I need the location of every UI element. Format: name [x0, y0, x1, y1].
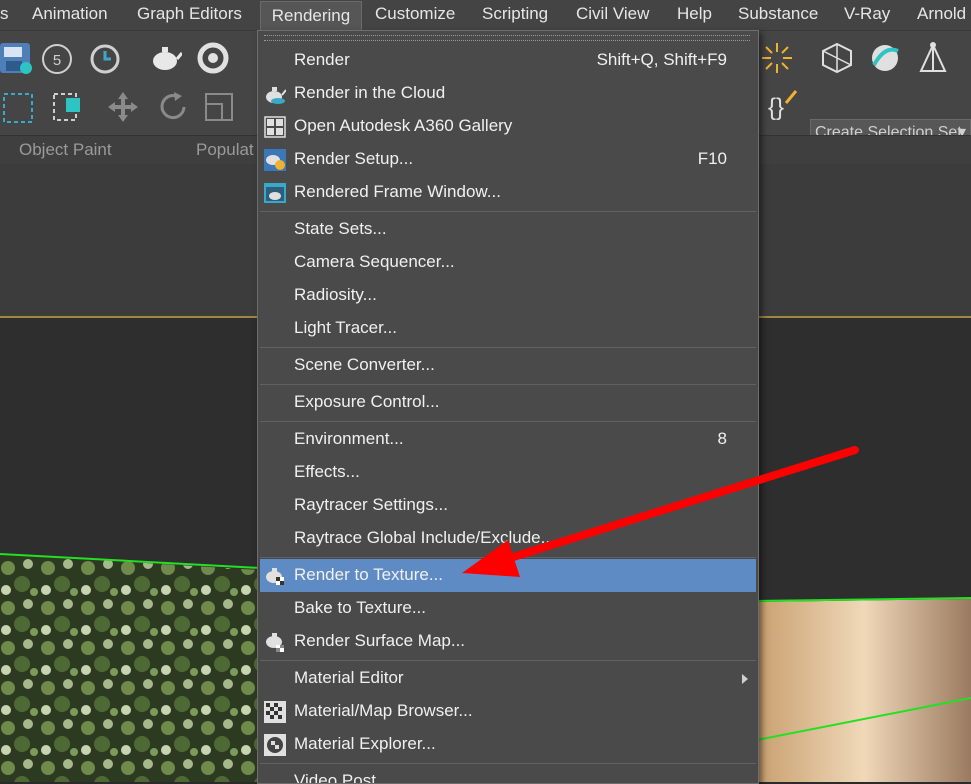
menu-customize[interactable]: Customize: [375, 0, 455, 30]
menu-item-label: Video Post...: [294, 771, 391, 784]
window-crossing-icon[interactable]: [52, 90, 86, 124]
menu-item-scene-converter[interactable]: Scene Converter...: [260, 349, 756, 382]
menu-item-render[interactable]: Render Shift+Q, Shift+F9: [260, 44, 756, 77]
menu-item-label: Material Editor: [294, 668, 404, 687]
ribbon-tab-populate[interactable]: Populat: [196, 140, 254, 160]
menu-scripting[interactable]: Scripting: [482, 0, 548, 30]
ribbon-tab-object-paint[interactable]: Object Paint: [19, 140, 112, 160]
rendering-menu: Render Shift+Q, Shift+F9 Render in the C…: [257, 30, 759, 784]
menu-item-label: Raytrace Global Include/Exclude...: [294, 528, 555, 547]
menu-item-label: Rendered Frame Window...: [294, 182, 501, 201]
menu-separator: [260, 211, 756, 212]
frame-window-icon: [264, 182, 286, 204]
menu-item-shortcut: 8: [717, 429, 727, 448]
menu-item-radiosity[interactable]: Radiosity...: [260, 279, 756, 312]
menu-item-render-setup[interactable]: Render Setup... F10: [260, 143, 756, 176]
menu-item-raytracer-settings[interactable]: Raytracer Settings...: [260, 489, 756, 522]
menu-item-shortcut: Shift+Q, Shift+F9: [596, 50, 727, 69]
menu-item-label: Material/Map Browser...: [294, 701, 473, 720]
undo-history-icon[interactable]: 5: [40, 42, 74, 76]
helper-tripod-icon[interactable]: [916, 41, 950, 75]
menu-item-label: Camera Sequencer...: [294, 252, 455, 271]
light-burst-icon[interactable]: [760, 41, 794, 75]
teapot-checker-icon: [264, 565, 286, 587]
menu-arnold[interactable]: Arnold: [917, 0, 966, 30]
menu-separator: [260, 347, 756, 348]
svg-text:{}: {}: [768, 94, 784, 121]
menu-item-label: Material Explorer...: [294, 734, 436, 753]
menu-help[interactable]: Help: [677, 0, 712, 30]
box-object-icon[interactable]: [820, 41, 854, 75]
svg-text:5: 5: [53, 52, 61, 69]
menu-separator: [260, 763, 756, 764]
rotate-icon[interactable]: [156, 90, 190, 124]
menu-item-light-tracer[interactable]: Light Tracer...: [260, 312, 756, 345]
teapot-surface-icon: [264, 631, 286, 653]
menu-item-label: Render: [294, 50, 350, 69]
redo-history-icon[interactable]: [88, 42, 122, 76]
menu-item-camera-sequencer[interactable]: Camera Sequencer...: [260, 246, 756, 279]
menu-separator: [260, 660, 756, 661]
menu-item-shortcut: F10: [697, 149, 727, 168]
menu-separator: [260, 557, 756, 558]
menu-animation[interactable]: Animation: [32, 0, 108, 30]
menu-item-label: Bake to Texture...: [294, 598, 426, 617]
menu-separator: [260, 421, 756, 422]
menu-file-partial[interactable]: s: [0, 0, 9, 30]
menu-item-render-surface-map[interactable]: Render Surface Map...: [260, 625, 756, 658]
menu-item-environment[interactable]: Environment... 8: [260, 423, 756, 456]
menu-item-label: Render to Texture...: [294, 565, 443, 584]
menu-item-rendered-frame-window[interactable]: Rendered Frame Window...: [260, 176, 756, 209]
menu-civil-view[interactable]: Civil View: [576, 0, 649, 30]
menu-item-exposure-control[interactable]: Exposure Control...: [260, 386, 756, 419]
menu-separator: [260, 384, 756, 385]
menu-item-label: Render Setup...: [294, 149, 414, 168]
menu-item-label: Radiosity...: [294, 285, 377, 304]
menu-vray[interactable]: V-Ray: [844, 0, 890, 30]
menu-item-raytrace-include-exclude[interactable]: Raytrace Global Include/Exclude...: [260, 522, 756, 555]
menu-tearoff-grip[interactable]: [264, 35, 750, 41]
gallery-grid-icon: [264, 116, 286, 138]
select-region-icon[interactable]: [0, 90, 34, 124]
render-teapot-icon[interactable]: [148, 41, 184, 75]
save-file-icon[interactable]: [0, 41, 34, 75]
menu-item-state-sets[interactable]: State Sets...: [260, 213, 756, 246]
menu-item-label: Light Tracer...: [294, 318, 397, 337]
material-sphere-icon[interactable]: [868, 41, 902, 75]
menu-item-label: Render in the Cloud: [294, 83, 446, 102]
menu-item-label: Exposure Control...: [294, 392, 440, 411]
menu-item-label: Render Surface Map...: [294, 631, 466, 650]
menu-item-effects[interactable]: Effects...: [260, 456, 756, 489]
scale-icon[interactable]: [202, 90, 236, 124]
menu-item-label: Raytracer Settings...: [294, 495, 449, 514]
menu-item-bake-to-texture[interactable]: Bake to Texture...: [260, 592, 756, 625]
menu-item-material-editor[interactable]: Material Editor: [260, 662, 756, 695]
checker-sphere-icon: [264, 734, 286, 756]
menu-item-render-in-cloud[interactable]: Render in the Cloud: [260, 77, 756, 110]
menu-item-label: Scene Converter...: [294, 355, 435, 374]
move-icon[interactable]: [106, 90, 140, 124]
menu-item-material-map-browser[interactable]: Material/Map Browser...: [260, 695, 756, 728]
menu-bar: s Animation Graph Editors Rendering Cust…: [0, 0, 971, 31]
menu-item-a360-gallery[interactable]: Open Autodesk A360 Gallery: [260, 110, 756, 143]
teapot-cloud-icon: [264, 83, 287, 105]
menu-item-label: Open Autodesk A360 Gallery: [294, 116, 513, 135]
submenu-arrow-icon: [742, 674, 748, 684]
teapot-gear-icon: [264, 149, 286, 171]
menu-item-label: Effects...: [294, 462, 360, 481]
checker-browser-icon: [264, 701, 286, 723]
menu-substance[interactable]: Substance: [738, 0, 818, 30]
menu-item-video-post[interactable]: Video Post...: [260, 765, 756, 784]
script-braces-icon[interactable]: {}: [766, 89, 800, 123]
menu-rendering[interactable]: Rendering: [260, 1, 362, 31]
render-setup-icon[interactable]: [196, 41, 230, 75]
menu-item-label: State Sets...: [294, 219, 387, 238]
menu-item-render-to-texture[interactable]: Render to Texture...: [260, 559, 756, 592]
menu-item-material-explorer[interactable]: Material Explorer...: [260, 728, 756, 761]
menu-graph-editors[interactable]: Graph Editors: [137, 0, 242, 30]
menu-item-label: Environment...: [294, 429, 404, 448]
